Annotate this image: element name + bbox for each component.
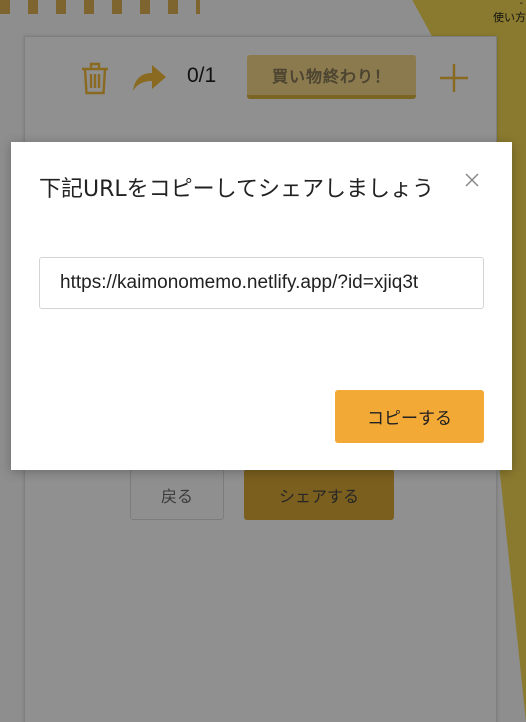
share-url-input[interactable] [39,257,484,309]
dialog-title: 下記URLをコピーしてシェアしましょう [39,177,434,202]
close-icon[interactable] [464,172,480,188]
copy-button[interactable]: コピーする [335,390,484,443]
share-url-dialog: 下記URLをコピーしてシェアしましょう コピーする [11,142,512,470]
modal-overlay[interactable]: 下記URLをコピーしてシェアしましょう コピーする [0,0,526,722]
